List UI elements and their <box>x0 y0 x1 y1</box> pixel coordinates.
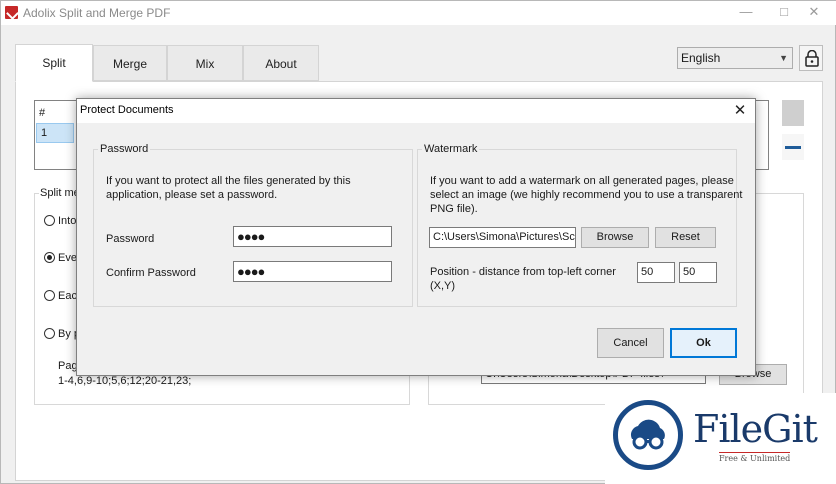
watermark-image-path-field[interactable]: C:\Users\Simona\Pictures\Scree <box>429 227 576 248</box>
radio-each[interactable] <box>44 290 55 301</box>
filegit-tagline: Free & Unlimited <box>719 452 791 463</box>
password-group: Password If you want to protect all the … <box>93 143 413 307</box>
position-x-field[interactable]: 50 <box>637 262 675 283</box>
cancel-button[interactable]: Cancel <box>597 328 664 358</box>
radio-every[interactable] <box>44 252 55 263</box>
language-selected: English <box>681 51 721 65</box>
close-icon[interactable]: ✕ <box>729 101 751 121</box>
filegit-watermark: FileGit Free & Unlimited <box>605 393 836 484</box>
password-label: Password <box>106 233 155 245</box>
password-group-label: Password <box>98 143 151 155</box>
remove-file-button[interactable] <box>782 134 804 160</box>
cloud-glasses-logo-icon <box>613 400 683 470</box>
dialog-title-bar: Protect Documents ✕ <box>77 99 755 123</box>
app-title: Adolix Split and Merge PDF <box>23 6 171 20</box>
position-label-line2: (X,Y) <box>430 280 456 292</box>
confirm-password-label: Confirm Password <box>106 267 196 279</box>
password-description-line1: If you want to protect all the files gen… <box>106 175 351 187</box>
radio-into-label: Into <box>58 215 77 227</box>
lock-icon <box>805 50 819 67</box>
title-bar: Adolix Split and Merge PDF — □ ✕ <box>1 1 836 25</box>
radio-by-pages[interactable] <box>44 328 55 339</box>
tab-split[interactable]: Split <box>15 44 93 82</box>
position-y-field[interactable]: 50 <box>679 262 717 283</box>
watermark-description-line2: select an image (we highly recommend you… <box>430 189 743 201</box>
tab-merge[interactable]: Merge <box>93 45 167 81</box>
chevron-down-icon: ▼ <box>779 53 788 63</box>
language-select[interactable]: English ▼ <box>677 47 793 69</box>
watermark-description-line1: If you want to add a watermark on all ge… <box>430 175 734 187</box>
protect-documents-dialog: Protect Documents ✕ Password If you want… <box>76 98 756 376</box>
watermark-reset-button[interactable]: Reset <box>655 227 716 248</box>
tab-about[interactable]: About <box>243 45 319 81</box>
watermark-description-line3: PNG file). <box>430 203 478 215</box>
watermark-browse-button[interactable]: Browse <box>581 227 649 248</box>
main-window: Adolix Split and Merge PDF — □ ✕ Split M… <box>0 0 836 484</box>
ok-button[interactable]: Ok <box>670 328 737 358</box>
table-row[interactable]: 1 <box>36 123 74 143</box>
lock-button[interactable] <box>799 45 823 71</box>
close-window-icon[interactable]: ✕ <box>791 1 836 25</box>
watermark-group-label: Watermark <box>422 143 480 155</box>
filegit-brand: FileGit <box>693 407 818 451</box>
pdf-app-icon <box>5 6 18 19</box>
password-description-line2: application, please set a password. <box>106 189 278 201</box>
dialog-title: Protect Documents <box>80 104 174 116</box>
tab-mix[interactable]: Mix <box>167 45 243 81</box>
confirm-password-field[interactable]: ●●●● <box>233 261 392 282</box>
watermark-group: Watermark If you want to add a watermark… <box>417 143 742 307</box>
table-header-index: # <box>39 107 46 119</box>
position-label-line1: Position - distance from top-left corner <box>430 266 616 278</box>
radio-into[interactable] <box>44 215 55 226</box>
pages-value[interactable]: 1-4,6,9-10;5,6;12;20-21,23; <box>58 375 191 387</box>
password-field[interactable]: ●●●● <box>233 226 392 247</box>
add-file-button[interactable] <box>782 100 804 126</box>
